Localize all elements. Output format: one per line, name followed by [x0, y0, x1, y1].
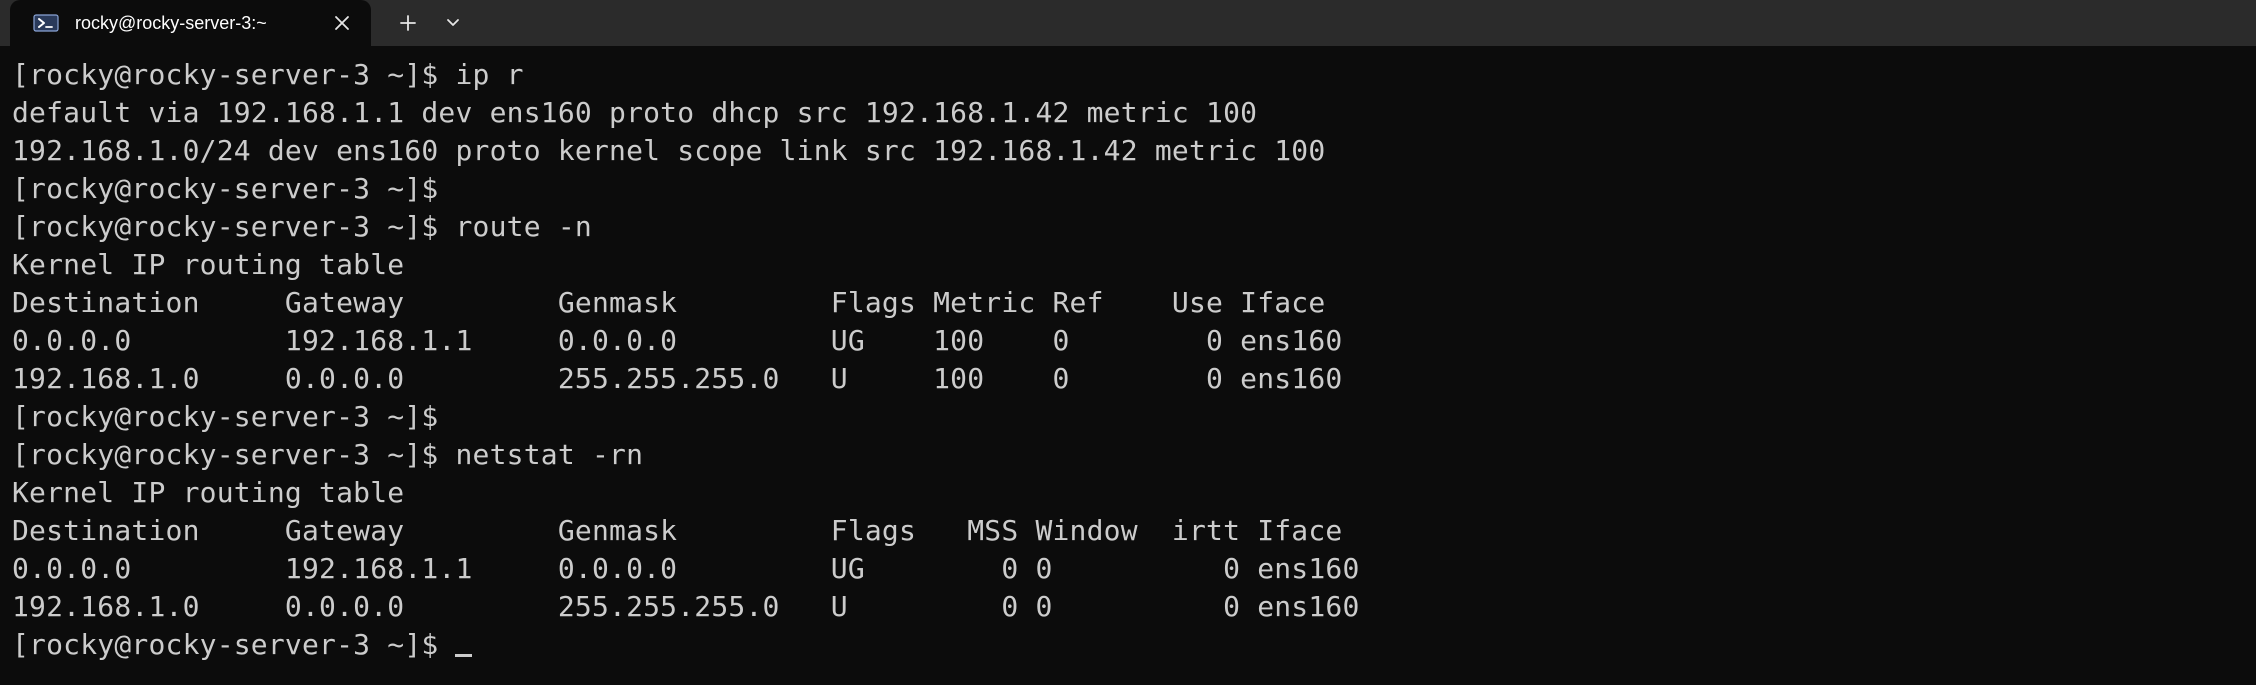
text-cursor — [455, 654, 472, 657]
terminal-line: [rocky@rocky-server-3 ~]$ — [12, 400, 439, 433]
terminal-line: [rocky@rocky-server-3 ~]$ route -n — [12, 210, 592, 243]
powershell-icon — [33, 14, 59, 32]
terminal-line: Kernel IP routing table — [12, 248, 405, 281]
title-bar: rocky@rocky-server-3:~ — [0, 0, 2256, 46]
terminal-line: 192.168.1.0/24 dev ens160 proto kernel s… — [12, 134, 1326, 167]
terminal-line: Destination Gateway Genmask Flags Metric… — [12, 286, 1326, 319]
tab-title: rocky@rocky-server-3:~ — [75, 13, 267, 33]
terminal-line: 0.0.0.0 192.168.1.1 0.0.0.0 UG 0 0 0 ens… — [12, 552, 1360, 585]
terminal-output[interactable]: [rocky@rocky-server-3 ~]$ ip r default v… — [0, 46, 2256, 685]
tab-rocky-server[interactable]: rocky@rocky-server-3:~ — [10, 0, 371, 46]
terminal-line: [rocky@rocky-server-3 ~]$ ip r — [12, 58, 524, 91]
close-icon[interactable] — [331, 12, 353, 34]
terminal-line: default via 192.168.1.1 dev ens160 proto… — [12, 96, 1258, 129]
new-tab-button[interactable] — [392, 8, 424, 38]
terminal-line: [rocky@rocky-server-3 ~]$ — [12, 172, 439, 205]
terminal-line: 192.168.1.0 0.0.0.0 255.255.255.0 U 100 … — [12, 362, 1343, 395]
chevron-down-icon[interactable] — [438, 8, 468, 38]
terminal-prompt: [rocky@rocky-server-3 ~]$ — [12, 628, 439, 661]
terminal-line: Kernel IP routing table — [12, 476, 405, 509]
terminal-line: Destination Gateway Genmask Flags MSS Wi… — [12, 514, 1343, 547]
terminal-line: 192.168.1.0 0.0.0.0 255.255.255.0 U 0 0 … — [12, 590, 1360, 623]
terminal-line: 0.0.0.0 192.168.1.1 0.0.0.0 UG 100 0 0 e… — [12, 324, 1343, 357]
terminal-line: [rocky@rocky-server-3 ~]$ netstat -rn — [12, 438, 644, 471]
